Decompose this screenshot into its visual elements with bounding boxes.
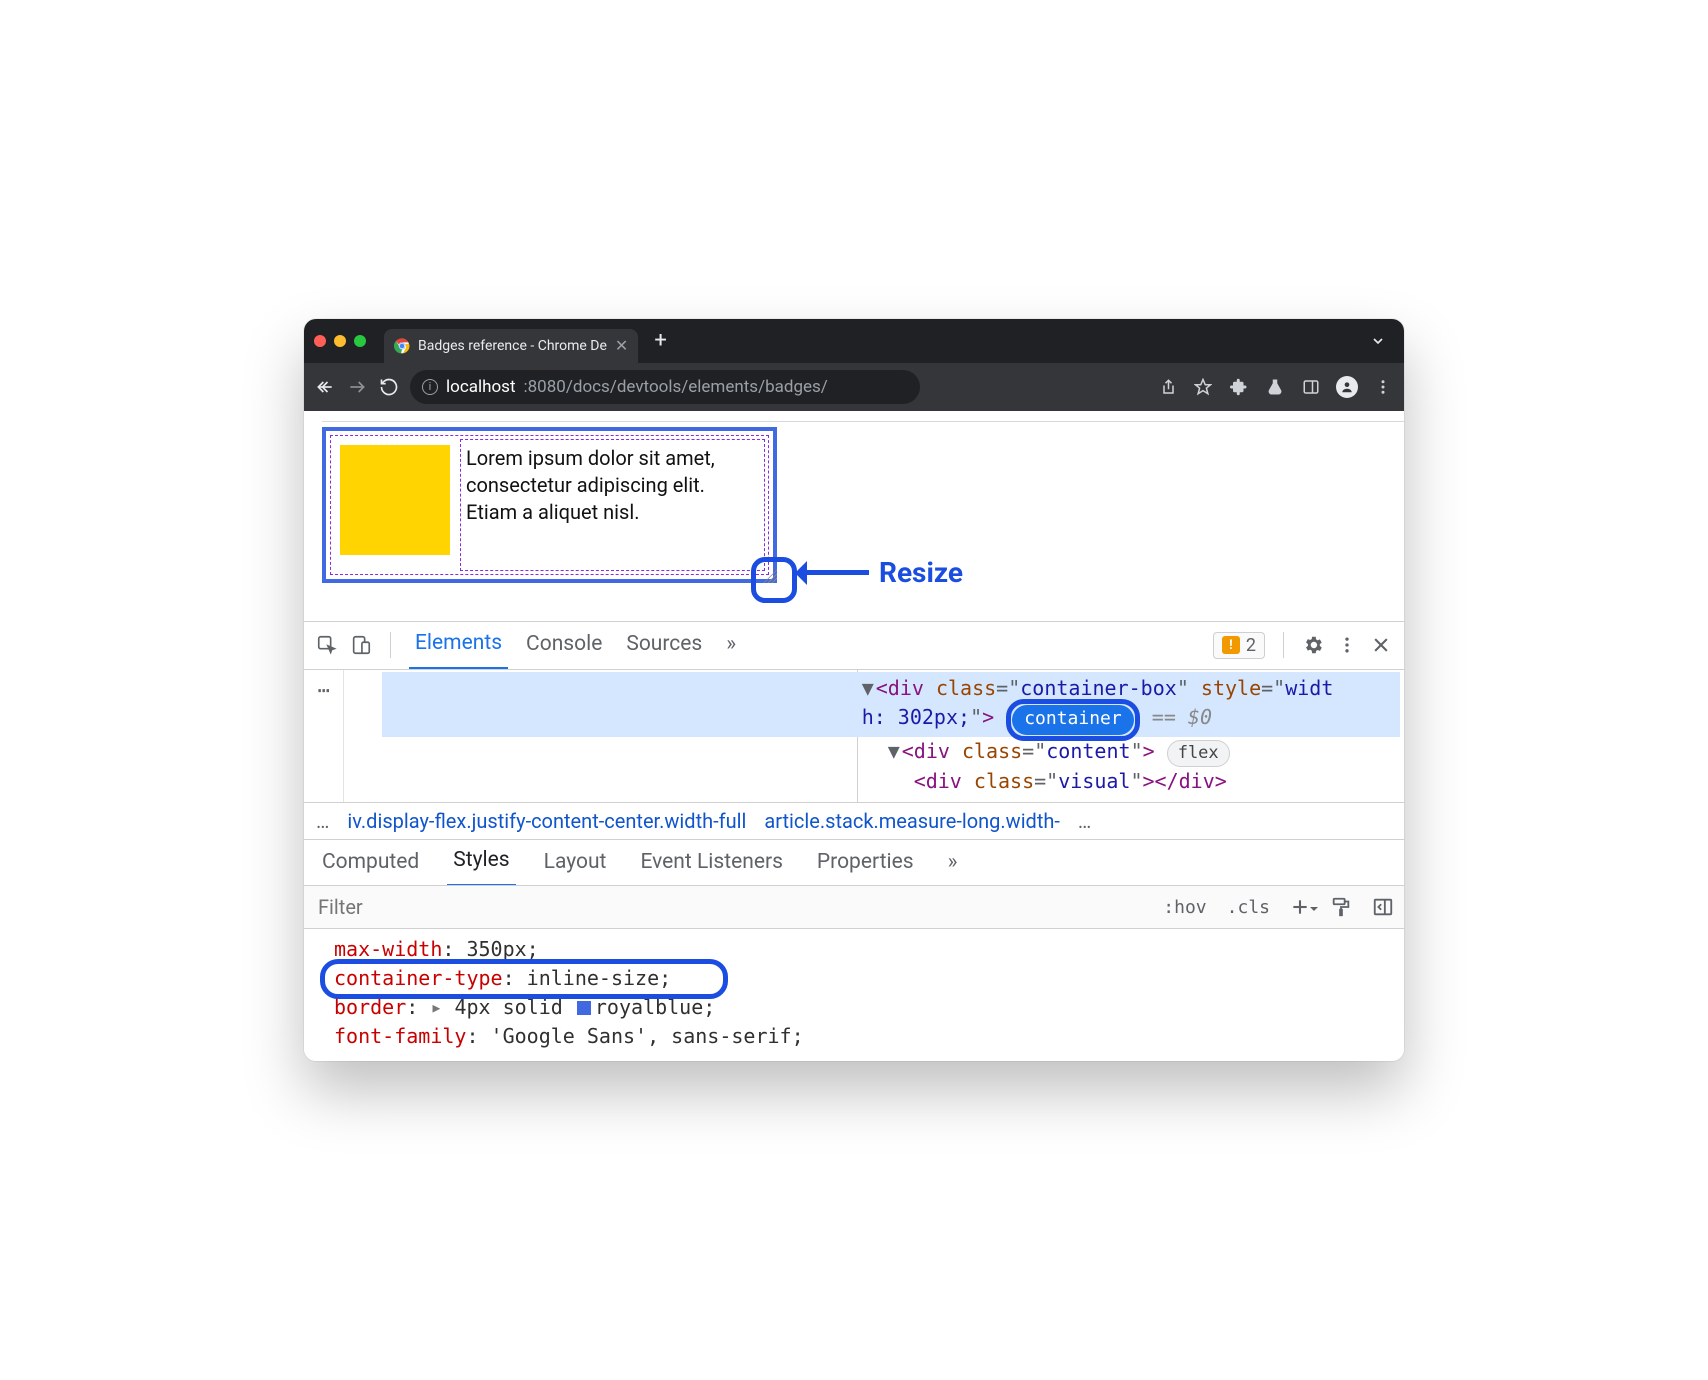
dom-tree-panel: ⋯ ▼<div class="container-box" style="wid… [304, 669, 1404, 803]
reload-button[interactable] [378, 376, 400, 398]
devtools-toolbar: Elements Console Sources » ! 2 [304, 621, 1404, 669]
maximize-window-icon[interactable] [354, 335, 366, 347]
toggle-sidebar-icon[interactable] [1362, 896, 1404, 918]
hov-toggle[interactable]: :hov [1153, 897, 1216, 918]
share-icon[interactable] [1156, 376, 1178, 398]
yellow-square [340, 445, 450, 555]
browser-window: Badges reference - Chrome De ✕ + i local… [304, 319, 1404, 1062]
crumb-left[interactable]: iv.display-flex.justify-content-center.w… [347, 809, 746, 833]
tab-console[interactable]: Console [520, 622, 608, 668]
crumb-overflow-left[interactable]: … [316, 809, 329, 833]
resize-handle[interactable] [763, 569, 777, 583]
annotation-arrow: Resize [799, 556, 963, 589]
tab-title: Badges reference - Chrome De [418, 338, 607, 354]
bookmark-icon[interactable] [1192, 376, 1214, 398]
extensions-icon[interactable] [1228, 376, 1250, 398]
url-path: :8080/docs/devtools/elements/badges/ [524, 377, 828, 397]
kebab-menu-icon[interactable] [1372, 376, 1394, 398]
dom-row-selected[interactable]: ▼<div class="container-box" style="widt … [382, 672, 1400, 737]
tab-properties[interactable]: Properties [811, 840, 920, 886]
tab-elements[interactable]: Elements [409, 621, 508, 670]
settings-icon[interactable] [1302, 634, 1324, 656]
side-panel-icon[interactable] [1300, 376, 1322, 398]
address-bar[interactable]: i localhost :8080/docs/devtools/elements/… [410, 370, 920, 404]
browser-toolbar: i localhost :8080/docs/devtools/elements/… [304, 363, 1404, 411]
styles-filter-input[interactable] [304, 895, 1153, 919]
tabs-overflow[interactable]: » [720, 622, 742, 668]
page-viewport: Lorem ipsum dolor sit amet, consectetur … [304, 411, 1404, 621]
crumb-right[interactable]: article.stack.measure-long.width- [764, 809, 1060, 833]
css-line-border[interactable]: border: ▸ 4px solid royalblue; [334, 993, 1390, 1022]
tab-layout[interactable]: Layout [538, 840, 613, 886]
minimize-window-icon[interactable] [334, 335, 346, 347]
tab-close-icon[interactable]: ✕ [615, 338, 628, 354]
chrome-icon [394, 338, 410, 354]
dom-right[interactable]: ▼<div class="container-box" style="widt … [858, 670, 1404, 803]
lorem-text: Lorem ipsum dolor sit amet, consectetur … [466, 445, 759, 565]
issues-badge[interactable]: ! 2 [1213, 632, 1265, 659]
window-controls[interactable] [314, 335, 366, 347]
styles-tabs-overflow[interactable]: » [942, 840, 964, 886]
flex-badge[interactable]: flex [1167, 740, 1230, 768]
crumb-overflow-right[interactable]: … [1078, 809, 1091, 833]
css-line-container-type[interactable]: container-type: inline-size; [334, 964, 1390, 993]
tab-computed[interactable]: Computed [316, 840, 425, 886]
tab-event-listeners[interactable]: Event Listeners [634, 840, 788, 886]
tab-strip: Badges reference - Chrome De ✕ + [304, 319, 1404, 363]
paint-format-icon[interactable] [1320, 896, 1362, 918]
forward-button[interactable] [346, 376, 368, 398]
css-line-font-family[interactable]: font-family: 'Google Sans', sans-serif; [334, 1022, 1390, 1051]
url-host: localhost [446, 377, 516, 397]
new-style-rule-button[interactable] [1280, 897, 1320, 917]
device-toggle-icon[interactable] [350, 634, 372, 656]
annotation-label: Resize [879, 556, 963, 589]
css-rules-panel[interactable]: max-width: 350px; container-type: inline… [304, 929, 1404, 1061]
close-devtools-icon[interactable] [1370, 634, 1392, 656]
tab-sources[interactable]: Sources [620, 622, 708, 668]
dom-breadcrumbs[interactable]: … iv.display-flex.justify-content-center… [304, 802, 1404, 839]
warning-icon: ! [1222, 636, 1240, 654]
labs-icon[interactable] [1264, 376, 1286, 398]
dom-gutter: ⋯ [304, 670, 344, 803]
color-swatch-icon[interactable] [577, 1001, 591, 1015]
browser-tab[interactable]: Badges reference - Chrome De ✕ [384, 329, 638, 363]
styles-toolbar: :hov .cls [304, 885, 1404, 929]
back-button[interactable] [314, 376, 336, 398]
more-menu-icon[interactable] [1336, 634, 1358, 656]
container-badge[interactable]: container [1012, 705, 1134, 735]
site-info-icon[interactable]: i [422, 379, 438, 395]
arrow-icon [799, 570, 869, 575]
css-line-max-width[interactable]: max-width: 350px; [334, 935, 1390, 964]
issues-count: 2 [1246, 635, 1256, 656]
dom-row-content[interactable]: ▼<div class="content"> flex [862, 737, 1400, 768]
profile-avatar[interactable] [1336, 376, 1358, 398]
dom-row-visual[interactable]: <div class="visual"></div> [862, 767, 1400, 796]
close-window-icon[interactable] [314, 335, 326, 347]
inspect-element-icon[interactable] [316, 634, 338, 656]
cls-toggle[interactable]: .cls [1217, 897, 1280, 918]
eq-dollar-zero: == [1152, 705, 1188, 729]
container-box-element[interactable]: Lorem ipsum dolor sit amet, consectetur … [322, 427, 777, 583]
styles-subtabs: Computed Styles Layout Event Listeners P… [304, 839, 1404, 885]
tab-styles[interactable]: Styles [447, 838, 515, 887]
new-tab-button[interactable]: + [646, 328, 674, 353]
tabs-dropdown-icon[interactable] [1362, 333, 1394, 349]
